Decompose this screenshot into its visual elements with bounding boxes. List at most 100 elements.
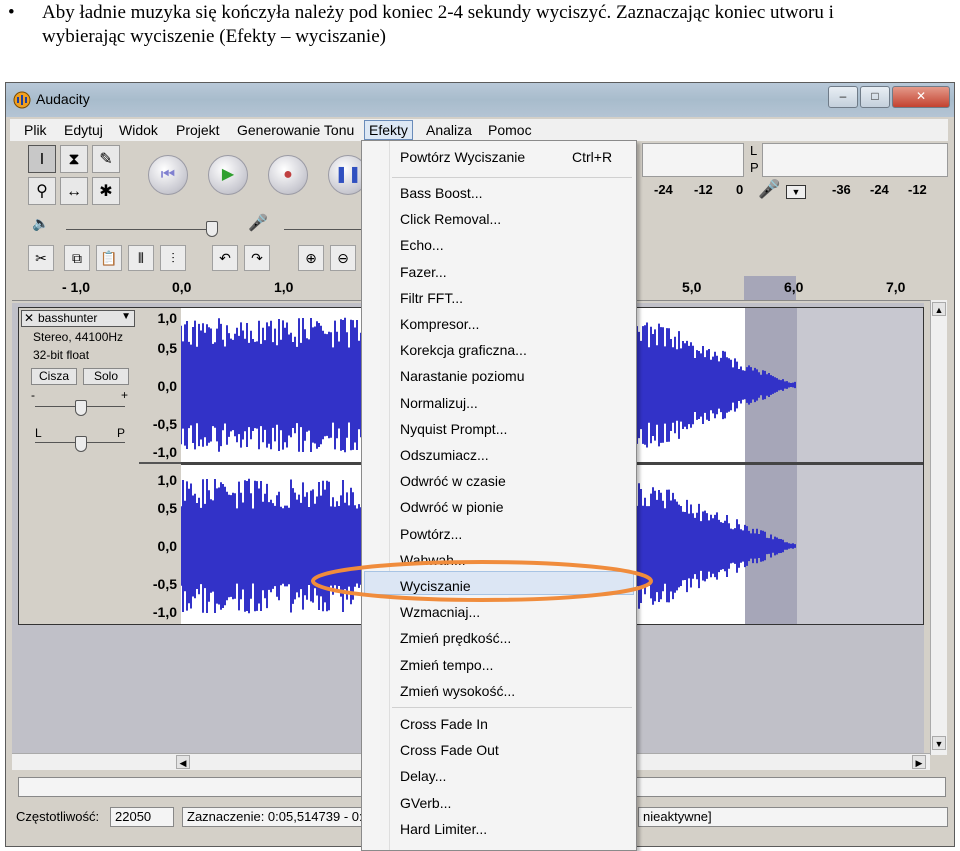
paste-icon[interactable]: 📋 [96,245,122,271]
menu-effect-item[interactable]: Zmień wysokość... [400,683,515,699]
silence-icon[interactable]: ⫶ [160,245,186,271]
menu-effect-item[interactable]: Powtórz... [400,526,462,542]
menu-effect-item[interactable]: Normalizuj... [400,395,478,411]
pan-left: L [35,426,42,440]
menu-repeat-shortcut: Ctrl+R [572,149,613,165]
menu-projekt[interactable]: Projekt [172,121,224,139]
scale-label: -0,5 [152,416,177,432]
scale-label: 0,0 [157,538,177,554]
doc-line-2: wybierając wyciszenie (Efekty – wyciszan… [42,26,386,47]
menu-edytuj[interactable]: Edytuj [60,121,107,139]
menu-bar: Plik Edytuj Widok Projekt Generowanie To… [10,119,948,141]
vertical-scrollbar[interactable]: ▲ ▼ [930,300,947,755]
menu-widok[interactable]: Widok [115,121,162,139]
menu-effect-item[interactable]: Bass Boost... [400,185,482,201]
menu-plik[interactable]: Plik [20,121,51,139]
mic-dropdown-icon[interactable]: ▼ [786,185,806,199]
menu-analiza[interactable]: Analiza [422,121,476,139]
minimize-button[interactable]: – [828,86,858,108]
meter-scale-12: -12 [694,182,713,197]
vertical-scale: 1,0 0,5 0,0 -0,5 -1,0 1,0 0,5 0,0 -0,5 -… [139,308,182,624]
rec-scale-12: -12 [908,182,927,197]
microphone-icon[interactable]: 🎤 [758,179,780,200]
menu-effect-item[interactable]: Zmień prędkość... [400,630,511,646]
track-close-icon[interactable]: ✕ [24,311,34,325]
menu-effect-item[interactable]: Korekcja graficzna... [400,342,527,358]
record-button[interactable]: ● [268,155,308,195]
menu-effect-item[interactable]: Odszumiacz... [400,447,489,463]
document-text: • Aby ładnie muzyka się kończyła należy p… [0,0,960,60]
maximize-button[interactable]: □ [860,86,890,108]
playback-meter-left [642,143,744,177]
select-tool-icon[interactable]: I [28,145,56,173]
track-format: Stereo, 44100Hz [33,330,124,344]
menu-effect-item[interactable]: Fazer... [400,264,447,280]
menu-effect-item[interactable]: GVerb... [400,795,451,811]
track-name: basshunter [38,311,98,325]
redo-icon[interactable]: ↷ [244,245,270,271]
menu-effect-item[interactable]: Delay... [400,768,446,784]
bullet: • [8,2,15,23]
menu-effect-item[interactable]: Wzmacniaj... [400,604,480,620]
cut-icon[interactable]: ✂ [28,245,54,271]
scale-label: 0,0 [157,378,177,394]
scale-label: -1,0 [152,444,177,460]
audacity-logo-icon [13,91,31,109]
zoom-tool-icon[interactable]: ⚲ [28,177,56,205]
undo-icon[interactable]: ↶ [212,245,238,271]
ruler-label: 5,0 [682,279,702,295]
record-icon: ● [283,166,293,183]
rate-label: Częstotliwość: [16,809,100,824]
solo-button[interactable]: Solo [83,368,129,385]
menu-effect-item[interactable]: Kompresor... [400,316,479,332]
track-dropdown-icon: ▼ [121,311,131,322]
timeshift-tool-icon[interactable]: ↔ [60,177,88,205]
pencil-icon[interactable]: ✎ [92,145,120,173]
output-volume-slider[interactable] [206,221,218,237]
menu-effect-item[interactable]: Zmień tempo... [400,657,493,673]
ruler-label: - 1,0 [62,279,91,295]
title-bar[interactable]: Audacity – □ ✕ [6,83,954,117]
window-title: Audacity [36,91,90,107]
multi-tool-icon[interactable]: ✱ [92,177,120,205]
menu-effect-item[interactable]: Nyquist Prompt... [400,421,507,437]
menu-effect-item[interactable]: Click Removal... [400,211,501,227]
track-control-panel: ✕ basshunter ▼ Stereo, 44100Hz 32-bit fl… [19,308,140,624]
menu-generowanie-tonu[interactable]: Generowanie Tonu [233,121,358,139]
menu-effect-item[interactable]: Cross Fade Out [400,742,499,758]
scroll-right-icon[interactable]: ▶ [912,755,926,769]
track-name-menu[interactable]: ✕ basshunter ▼ [21,310,135,327]
envelope-tool-icon[interactable]: ⧗ [60,145,88,173]
scroll-up-icon[interactable]: ▲ [932,302,946,316]
mute-button[interactable]: Cisza [31,368,77,385]
play-icon: ▶ [221,166,235,183]
gain-slider[interactable] [75,400,87,416]
menu-effect-item[interactable]: Cross Fade In [400,716,488,732]
menu-effect-item[interactable]: Narastanie poziomu [400,368,525,384]
rec-scale-24: -24 [870,182,889,197]
menu-pomoc[interactable]: Pomoc [484,121,536,139]
rate-input[interactable]: 22050 [110,807,174,827]
meter-channel-l: L [750,143,758,158]
close-button[interactable]: ✕ [892,86,950,108]
skip-start-icon: ⏮ [160,166,176,183]
menu-effect-item[interactable]: Odwróć w czasie [400,473,506,489]
menu-efekty[interactable]: Efekty [364,120,413,140]
menu-effect-item[interactable]: Echo... [400,237,444,253]
play-button[interactable]: ▶ [208,155,248,195]
menu-effect-item[interactable]: Filtr FFT... [400,290,463,306]
menu-effect-item[interactable]: Odwróć w pionie [400,499,504,515]
pan-slider[interactable] [75,436,87,452]
meter-scale-24: -24 [654,182,673,197]
playback-meter-bar [762,143,948,177]
copy-icon[interactable]: ⧉ [64,245,90,271]
menu-effect-item[interactable]: Hard Limiter... [400,821,487,837]
trim-icon[interactable]: ⫴ [128,245,154,271]
zoom-in-icon[interactable]: ⊕ [298,245,324,271]
skip-start-button[interactable]: ⏮ [148,155,188,195]
scroll-left-icon[interactable]: ◀ [176,755,190,769]
scroll-down-icon[interactable]: ▼ [932,736,946,750]
ruler-label: 1,0 [274,279,294,295]
menu-repeat-effect[interactable]: Powtórz Wyciszanie [400,149,525,165]
zoom-out-icon[interactable]: ⊖ [330,245,356,271]
